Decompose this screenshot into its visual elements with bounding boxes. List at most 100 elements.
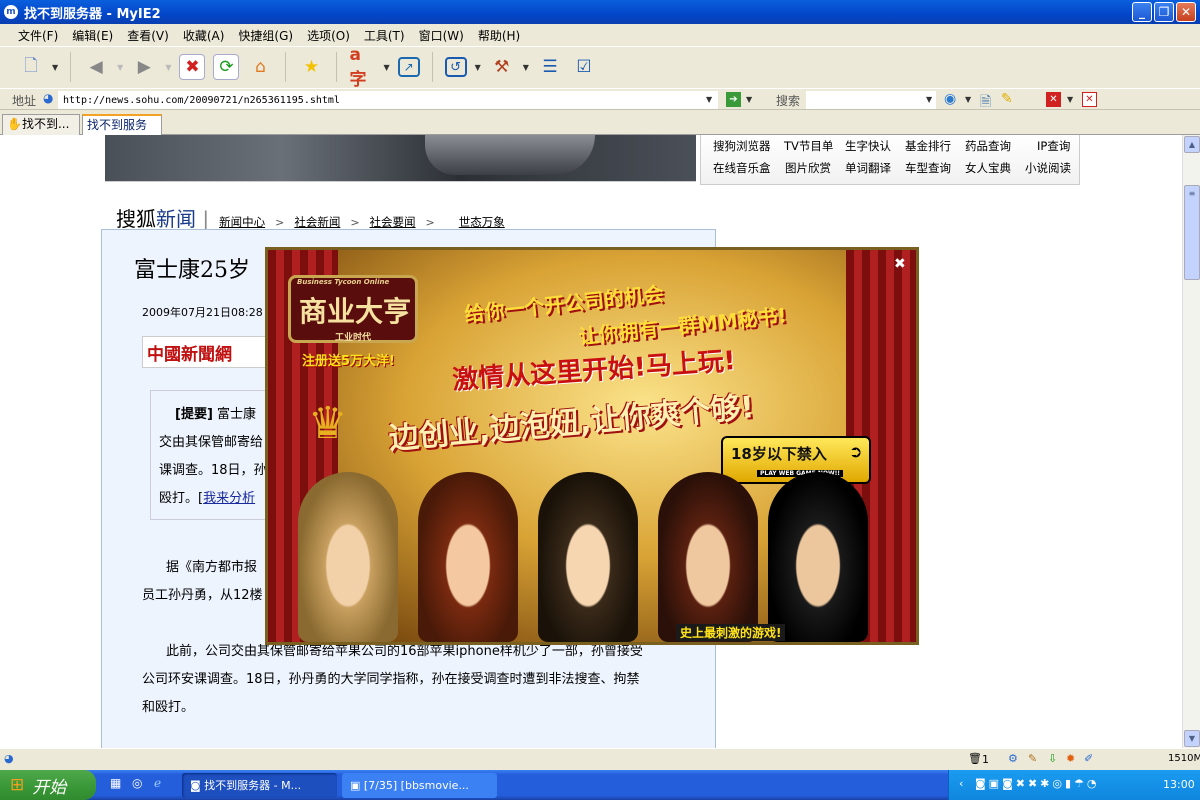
address-input[interactable]: http://news.sohu.com/20090721/n265361195… xyxy=(58,91,718,109)
menu-groups[interactable]: 快捷组(G) xyxy=(238,27,293,44)
dropdown-icon[interactable]: ▼ xyxy=(383,63,389,72)
home-icon[interactable]: ⌂ xyxy=(247,54,273,80)
separator xyxy=(285,52,287,82)
breadcrumb: 搜狐新闻 | 新闻中心 > 社会新闻 > 社会要闻 > 世态万象 xyxy=(116,203,505,232)
address-dropdown-icon[interactable]: ▼ xyxy=(706,95,712,104)
scroll-down-button[interactable]: ▼ xyxy=(1184,730,1200,747)
dropdown-icon[interactable]: ▼ xyxy=(165,63,171,72)
undo-close-icon[interactable]: ↺ xyxy=(444,57,467,77)
status-tool-icon[interactable]: ⚙ xyxy=(1008,752,1018,765)
quick-link[interactable]: 生字快认 xyxy=(845,138,891,154)
dropdown-icon[interactable]: ▼ xyxy=(523,63,529,72)
quick-link[interactable]: 车型查询 xyxy=(905,160,951,176)
dropdown-icon[interactable]: ▼ xyxy=(117,63,123,72)
dropdown-icon[interactable]: ▼ xyxy=(746,95,752,104)
breadcrumb-link[interactable]: 新闻中心 xyxy=(219,214,265,230)
quick-link[interactable]: 药品查询 xyxy=(965,138,1011,154)
breadcrumb-link[interactable]: 世态万象 xyxy=(459,214,505,230)
start-button[interactable]: ⊞ 开始 xyxy=(0,770,96,800)
quicklaunch-icon[interactable]: ◎ xyxy=(132,776,142,790)
menu-options[interactable]: 选项(O) xyxy=(307,27,350,44)
back-icon[interactable]: ◀ xyxy=(83,54,109,80)
menu-help[interactable]: 帮助(H) xyxy=(478,27,520,44)
app-icon: ◙ xyxy=(190,779,205,792)
edit-icon[interactable]: ✐ xyxy=(1084,752,1093,765)
breadcrumb-link[interactable]: 社会要闻 xyxy=(370,214,416,230)
quick-link[interactable]: 图片欣赏 xyxy=(785,160,831,176)
menu-favorites[interactable]: 收藏(A) xyxy=(183,27,225,44)
character-image xyxy=(658,472,758,642)
paragraph-line: 和殴打。 xyxy=(142,700,195,715)
stop-icon[interactable]: ✖ xyxy=(179,54,206,80)
close-all-icon[interactable]: ✕ xyxy=(1046,92,1061,107)
refresh-icon[interactable]: ⟳ xyxy=(213,54,240,80)
article-title: 富士康25岁 xyxy=(134,258,250,283)
tray-icons[interactable]: ◙▣◙✖✖✱◎▮☂◔ xyxy=(975,777,1100,790)
close-tab-icon[interactable]: ✕ xyxy=(1082,92,1097,107)
bonus-text: 注册送5万大洋! xyxy=(302,354,395,369)
breadcrumb-link[interactable]: 社会新闻 xyxy=(294,214,340,230)
forward-icon[interactable]: ▶ xyxy=(131,54,157,80)
paragraph-line: 员工孙丹勇，从12楼 xyxy=(142,588,263,603)
ad-close-icon[interactable]: ✖ xyxy=(894,256,906,272)
brush-icon[interactable]: ✎ xyxy=(1028,752,1037,765)
app-icon: m xyxy=(4,5,18,19)
task-label: [7/35] [bbsmovie... xyxy=(363,779,469,792)
breadcrumb-sep: > xyxy=(350,216,360,229)
quick-link[interactable]: 小说阅读 xyxy=(1025,160,1071,176)
maximize-button[interactable]: ❐ xyxy=(1154,2,1174,22)
favorites-star-icon[interactable]: ★ xyxy=(298,54,324,80)
edit-check-icon[interactable]: ☑ xyxy=(571,54,597,80)
menu-edit[interactable]: 编辑(E) xyxy=(72,27,113,44)
quick-link[interactable]: 搜狗浏览器 xyxy=(713,138,771,154)
tray-chevron-icon[interactable]: ‹ xyxy=(959,777,963,790)
search-input[interactable] xyxy=(806,91,936,109)
tab-bar: ✋找不到... 找不到服务器 xyxy=(0,112,1200,151)
list-icon[interactable]: ☰ xyxy=(537,54,563,80)
popup-ad[interactable]: Business Tycoon Online 商业大亨 工业时代 注册送5万大洋… xyxy=(265,247,919,645)
minimize-button[interactable]: _ xyxy=(1132,2,1152,22)
start-label: 开始 xyxy=(32,777,67,798)
game-logo: Business Tycoon Online 商业大亨 工业时代 xyxy=(288,275,418,343)
search-dropdown-icon[interactable]: ▼ xyxy=(926,95,932,104)
scroll-up-button[interactable]: ▲ xyxy=(1184,136,1200,153)
menu-window[interactable]: 窗口(W) xyxy=(419,27,464,44)
menu-tools[interactable]: 工具(T) xyxy=(364,27,405,44)
trash-icon[interactable]: 🗑 xyxy=(968,752,982,765)
quick-link[interactable]: 单词翻译 xyxy=(845,160,891,176)
quick-link[interactable]: 女人宝典 xyxy=(965,160,1011,176)
highlight-icon[interactable]: ✎ xyxy=(1001,91,1013,107)
restore-window-icon[interactable]: ↗ xyxy=(397,57,420,77)
menu-view[interactable]: 查看(V) xyxy=(127,27,169,44)
show-desktop-icon[interactable]: ▦ xyxy=(110,776,121,790)
globe-icon[interactable]: ◉ xyxy=(944,91,956,107)
scroll-thumb[interactable]: ≡ xyxy=(1184,185,1200,280)
window-title: 找不到服务器 - MyIE2 xyxy=(24,6,161,22)
quick-link[interactable]: TV节目单 xyxy=(784,138,833,154)
tab-active[interactable]: 找不到服务器 xyxy=(82,114,162,151)
tools-icon[interactable]: ⚒ xyxy=(489,54,515,80)
dropdown-icon[interactable]: ▼ xyxy=(52,63,58,72)
encoding-icon[interactable]: a字 xyxy=(349,45,375,90)
new-page-icon[interactable]: 🗋 xyxy=(18,54,44,80)
menu-file[interactable]: 文件(F) xyxy=(18,27,58,44)
analyze-link[interactable]: 我来分析 xyxy=(203,491,255,506)
dropdown-icon[interactable]: ▼ xyxy=(475,63,481,72)
sohu-news-logo[interactable]: 搜狐新闻 | xyxy=(116,203,209,232)
quick-link[interactable]: 基金排行 xyxy=(905,138,951,154)
go-icon[interactable]: ➔ xyxy=(726,92,741,107)
dropdown-icon[interactable]: ▼ xyxy=(1067,95,1073,104)
dropdown-icon[interactable]: ▼ xyxy=(965,95,971,104)
ad-footer: 史上最刺激的游戏! xyxy=(676,624,786,641)
vertical-scrollbar[interactable]: ▲ ≡ ▼ xyxy=(1182,135,1200,748)
task-kmplayer[interactable]: ▣ [7/35] [bbsmovie... xyxy=(342,773,497,798)
quick-link[interactable]: 在线音乐盒 xyxy=(713,160,771,176)
page-status-icon: ◕ xyxy=(4,752,14,765)
task-myie2[interactable]: ◙ 找不到服务器 - M... xyxy=(182,773,337,798)
ie-icon[interactable]: ℯ xyxy=(154,776,161,790)
quick-link[interactable]: IP查询 xyxy=(1037,138,1070,154)
download-icon[interactable]: ⇩ xyxy=(1048,752,1057,765)
close-button[interactable]: ✕ xyxy=(1176,2,1196,22)
tab-inactive[interactable]: ✋找不到... xyxy=(2,114,80,135)
settings-icon[interactable]: ✹ xyxy=(1066,752,1075,765)
